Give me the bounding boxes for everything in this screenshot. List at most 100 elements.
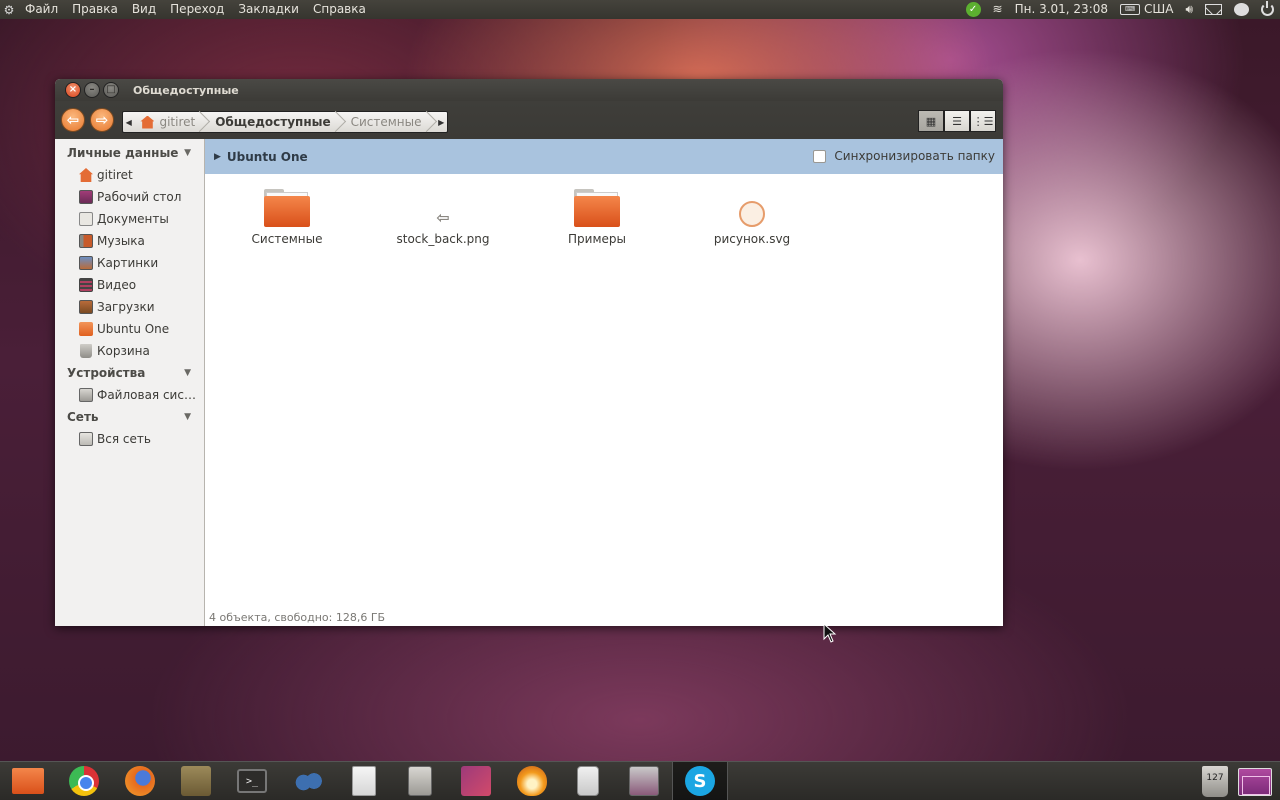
sidebar-item-label: Документы [97,212,169,226]
wifi-icon[interactable]: ≋ [987,0,1009,19]
mail-indicator[interactable] [1199,4,1228,15]
music-icon [79,234,93,248]
crumb-home[interactable]: gitiret [134,112,209,132]
sidebar-item-label: Музыка [97,234,145,248]
power-icon [1261,1,1274,16]
clock[interactable]: Пн. 3.01, 23:08 [1009,0,1114,19]
dock-app-screenshot[interactable] [616,762,672,800]
dock-app-impress[interactable] [448,762,504,800]
dock-app-gnome-foot[interactable] [280,762,336,800]
toolbar: ⇦ ⇨ ◀ gitiret Общедоступные Системные ▶ [55,101,1003,139]
dock-app-firefox[interactable] [112,762,168,800]
arrow-right-icon: ⇨ [95,111,109,129]
pictures-icon [79,256,93,270]
dock-app-calculator[interactable] [392,762,448,800]
sidebar-item-ubuntu-one[interactable]: Ubuntu One [55,318,204,340]
sync-label: Синхронизировать папку [834,149,995,163]
firefox-icon [125,766,155,796]
chat-bubble-icon [1234,3,1249,16]
icon-view-button[interactable]: ▦ [918,110,944,132]
section-title: Сеть [67,410,99,424]
dock-app-brasero[interactable] [504,762,560,800]
crumb-system[interactable]: Системные [345,112,436,132]
list-icon: ☰ [952,114,962,128]
sidebar-section-devices[interactable]: Устройства ▼ [55,362,204,384]
dock-app-terminal[interactable]: >_ [224,762,280,800]
sidebar-item-label: gitiret [97,168,133,182]
sidebar-item-label: Картинки [97,256,159,270]
sidebar-item-pictures[interactable]: Картинки [55,252,204,274]
minimize-button[interactable]: – [84,82,100,98]
folder-icon [264,189,310,227]
menu-bookmarks[interactable]: Закладки [231,0,306,19]
terminal-icon: >_ [237,769,267,793]
home-icon [79,168,93,182]
update-indicator[interactable]: ✓ [960,2,987,17]
dock-app-text-editor[interactable] [336,762,392,800]
file-view[interactable]: ▶ Ubuntu One Синхронизировать папку Сист… [205,139,1003,626]
screenshot-icon [629,766,659,796]
sidebar-section-network[interactable]: Сеть ▼ [55,406,204,428]
sidebar-section-personal[interactable]: Личные данные ▼ [55,142,204,164]
window-titlebar[interactable]: × – □ Общедоступные [55,79,1003,101]
menu-help[interactable]: Справка [306,0,373,19]
file-item[interactable]: Примеры [522,189,672,246]
sidebar-item-documents[interactable]: Документы [55,208,204,230]
menu-edit[interactable]: Правка [65,0,125,19]
disc-burner-icon [517,766,547,796]
sidebar-item-downloads[interactable]: Загрузки [55,296,204,318]
crumb-scroll-right-icon[interactable]: ▶ [436,118,447,127]
volume-icon[interactable]: 🔊︎ [1179,0,1199,19]
dock-app-speaker[interactable] [560,762,616,800]
dock-trash[interactable]: 127 [1202,766,1228,797]
keyboard-indicator[interactable]: ⌨ США [1114,0,1179,19]
maximize-button[interactable]: □ [103,82,119,98]
file-item[interactable]: рисунок.svg [677,189,827,246]
dock-app-skype[interactable]: S [672,761,728,800]
compact-list-icon: ⋮☰ [972,114,994,128]
folder-icon [12,768,44,794]
sidebar-item-home[interactable]: gitiret [55,164,204,186]
envelope-icon [1205,4,1222,15]
forward-button[interactable]: ⇨ [90,108,114,132]
calculator-icon [408,766,432,796]
back-button[interactable]: ⇦ [61,108,85,132]
collapse-triangle-icon[interactable]: ▼ [184,148,191,158]
menu-go[interactable]: Переход [163,0,231,19]
expand-triangle-icon[interactable]: ▶ [214,152,221,162]
section-title: Устройства [67,366,146,380]
dock-app-archive[interactable] [168,762,224,800]
window-controls: × – □ [55,82,119,98]
collapse-triangle-icon[interactable]: ▼ [184,368,191,378]
speaker-icon [577,766,599,796]
close-button[interactable]: × [65,82,81,98]
crumb-scroll-left-icon[interactable]: ◀ [123,118,134,127]
presentation-icon [461,766,491,796]
trash-count: 127 [1206,773,1224,783]
sidebar-item-videos[interactable]: Видео [55,274,204,296]
sidebar-item-network[interactable]: Вся сеть [55,428,204,450]
menu-view[interactable]: Вид [125,0,163,19]
sidebar-item-music[interactable]: Музыка [55,230,204,252]
view-switcher: ▦ ☰ ⋮☰ [918,110,996,132]
sync-folder-toggle[interactable]: Синхронизировать папку [813,149,995,163]
file-item[interactable]: ⇦ stock_back.png [368,189,518,246]
dock-app-chrome[interactable] [56,762,112,800]
dock-app-home-folder[interactable] [0,762,56,800]
sidebar-item-trash[interactable]: Корзина [55,340,204,362]
chat-indicator[interactable] [1228,3,1255,16]
network-icon [79,432,93,446]
compact-view-button[interactable]: ⋮☰ [970,110,996,132]
file-item[interactable]: Системные [212,189,362,246]
list-view-button[interactable]: ☰ [944,110,970,132]
session-menu[interactable] [1255,1,1280,16]
ubuntu-logo-icon[interactable]: ⚙ [0,3,18,17]
sync-checkbox[interactable] [813,149,827,163]
sidebar-item-desktop[interactable]: Рабочий стол [55,186,204,208]
menu-file[interactable]: Файл [18,0,65,19]
sidebar-item-filesystem[interactable]: Файловая сис… [55,384,204,406]
workspace-switcher-icon[interactable] [1238,768,1272,796]
file-manager-window: × – □ Общедоступные ⇦ ⇨ ◀ gitiret Общедо… [55,79,1003,626]
crumb-public[interactable]: Общедоступные [209,112,344,132]
collapse-triangle-icon[interactable]: ▼ [184,412,191,422]
